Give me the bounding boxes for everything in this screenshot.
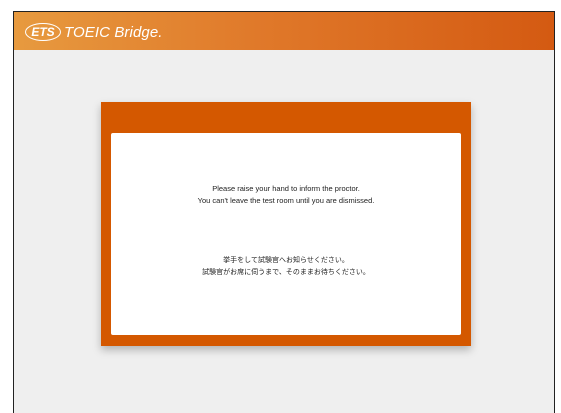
modal-body: Please raise your hand to inform the pro… xyxy=(111,133,461,335)
ets-logo-icon: ETS xyxy=(25,23,61,41)
header-bar: ETS TOEIC Bridge. xyxy=(14,12,554,50)
japanese-message: 挙手をして試験官へお知らせください。 試験官がお席に伺うまで、そのままお待ちくだ… xyxy=(111,254,461,278)
japanese-message-line-1: 挙手をして試験官へお知らせください。 xyxy=(223,256,349,264)
proctor-alert-modal: Please raise your hand to inform the pro… xyxy=(101,102,471,346)
english-message-line-2: You can't leave the test room until you … xyxy=(197,196,375,205)
english-message: Please raise your hand to inform the pro… xyxy=(111,183,461,207)
toeic-bridge-logo: ETS TOEIC Bridge. xyxy=(25,22,163,42)
app-window: ETS TOEIC Bridge. Please raise your hand… xyxy=(13,11,555,413)
brand-name: TOEIC Bridge. xyxy=(64,23,163,41)
japanese-message-line-2: 試験官がお席に伺うまで、そのままお待ちください。 xyxy=(202,268,370,276)
english-message-line-1: Please raise your hand to inform the pro… xyxy=(212,184,360,193)
